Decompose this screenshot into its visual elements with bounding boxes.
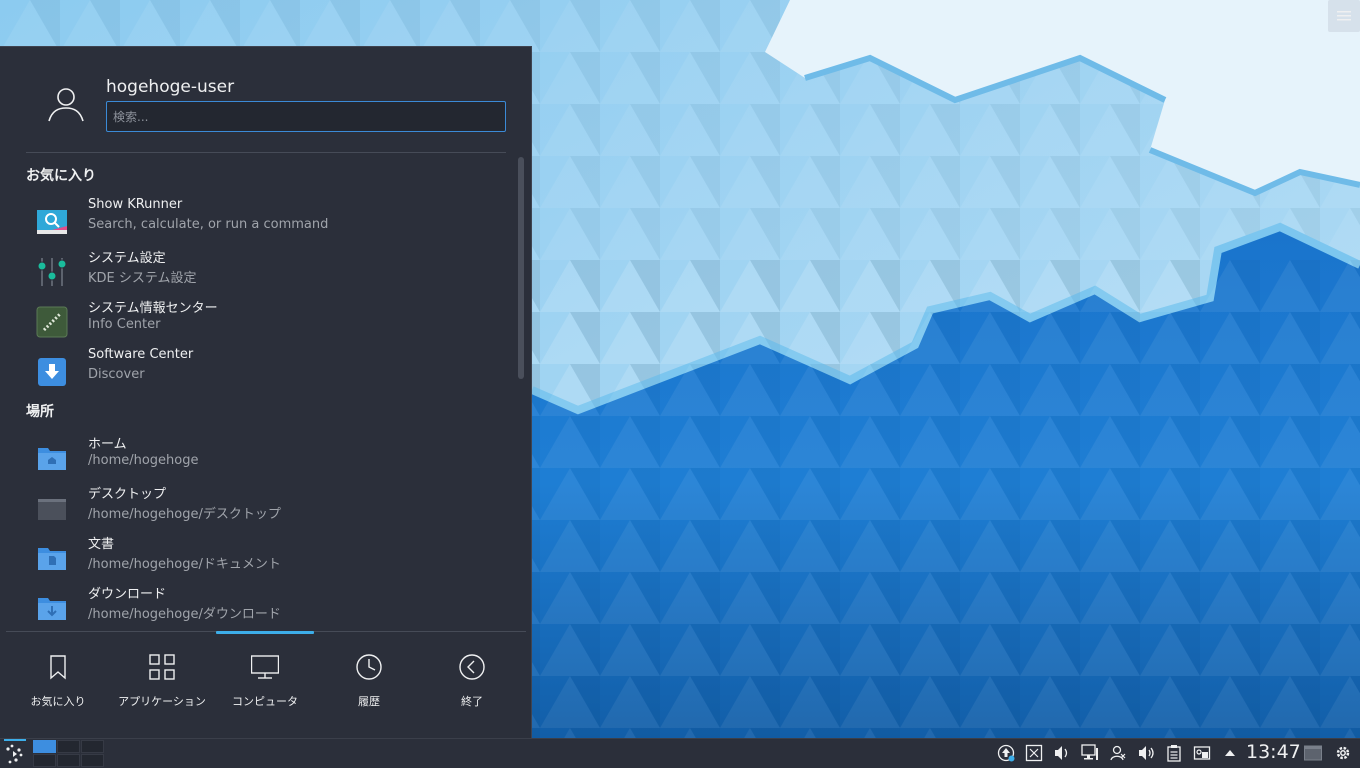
favorite-title: システム情報センター: [88, 301, 218, 316]
clock-icon: [356, 654, 382, 680]
favorite-title: Software Center: [88, 347, 194, 362]
expand-tray-icon[interactable]: [1221, 744, 1239, 762]
place-subtitle: /home/hogehoge/ドキュメント: [88, 557, 281, 572]
hamburger-icon: [1337, 11, 1351, 21]
desktop-folder-icon: [38, 499, 66, 520]
tab-computer[interactable]: コンピュータ: [213, 643, 317, 713]
search-input[interactable]: [106, 101, 506, 132]
launcher-scrollbar[interactable]: [518, 157, 524, 379]
krunner-icon: [37, 210, 67, 234]
system-settings-icon: [37, 258, 67, 286]
favorite-item-info-center[interactable]: システム情報センター Info Center: [26, 297, 506, 345]
documents-folder-icon: [38, 548, 66, 570]
show-desktop-icon[interactable]: [1304, 744, 1322, 762]
place-title: デスクトップ: [88, 487, 167, 502]
place-item-documents[interactable]: 文書 /home/hogehoge/ドキュメント: [26, 533, 506, 581]
favorite-subtitle: Search, calculate, or run a command: [88, 217, 329, 232]
desktop-4[interactable]: [33, 754, 56, 767]
panel-settings-gear-icon[interactable]: [1334, 744, 1352, 762]
user-name: hogehoge-user: [106, 77, 235, 97]
place-title: ホーム: [88, 437, 127, 452]
home-folder-icon: [38, 448, 66, 470]
desktop-toolbox-button[interactable]: [1328, 0, 1360, 32]
favorite-subtitle: Info Center: [88, 317, 161, 332]
place-title: ダウンロード: [88, 587, 167, 602]
virtual-desktop-pager: [33, 740, 105, 767]
active-tab-indicator: [216, 631, 314, 634]
desktop-2[interactable]: [57, 740, 80, 753]
place-subtitle: /home/hogehoge: [88, 453, 199, 468]
desktop-3[interactable]: [81, 740, 104, 753]
application-launcher-button[interactable]: [2, 740, 28, 768]
place-title: 文書: [88, 537, 115, 552]
digital-clock[interactable]: 13:47: [1246, 741, 1301, 763]
tab-label: 終了: [461, 695, 483, 708]
desktop-6[interactable]: [81, 754, 104, 767]
favorite-subtitle: Discover: [88, 367, 145, 382]
favorite-subtitle: KDE システム設定: [88, 271, 197, 286]
places-section-title: 場所: [26, 404, 54, 420]
user-avatar-icon: [48, 88, 84, 122]
tab-applications[interactable]: アプリケーション: [110, 643, 214, 713]
place-item-home[interactable]: ホーム /home/hogehoge: [26, 433, 506, 481]
updates-icon[interactable]: [997, 744, 1015, 762]
computer-icon: [251, 655, 279, 679]
klipper-icon[interactable]: [1025, 744, 1043, 762]
discover-icon: [38, 358, 66, 386]
leave-icon: [459, 654, 485, 680]
volume-icon[interactable]: [1053, 744, 1071, 762]
tab-favorites[interactable]: お気に入り: [6, 643, 110, 713]
launcher-list: お気に入り Show KRunner Search, calculate, or…: [0, 155, 532, 631]
favorite-item-software-center[interactable]: Software Center Discover: [26, 347, 506, 395]
tab-history[interactable]: 履歴: [317, 643, 421, 713]
kde-logo-icon: [6, 744, 23, 764]
clipboard-icon[interactable]: [1165, 744, 1183, 762]
desktop-5[interactable]: [57, 754, 80, 767]
favorites-section-title: お気に入り: [26, 168, 96, 184]
favorite-title: Show KRunner: [88, 197, 183, 212]
vault-icon[interactable]: [1193, 744, 1211, 762]
favorite-item-krunner[interactable]: Show KRunner Search, calculate, or run a…: [26, 197, 506, 245]
tab-label: お気に入り: [30, 695, 86, 708]
place-item-downloads[interactable]: ダウンロード /home/hogehoge/ダウンロード: [26, 583, 506, 631]
place-subtitle: /home/hogehoge/デスクトップ: [88, 507, 281, 522]
place-item-desktop[interactable]: デスクトップ /home/hogehoge/デスクトップ: [26, 483, 506, 531]
favorite-title: システム設定: [88, 251, 166, 266]
audio-icon[interactable]: [1137, 744, 1155, 762]
info-center-icon: [36, 306, 68, 338]
applications-grid-icon: [149, 654, 175, 680]
tab-label: アプリケーション: [118, 695, 206, 708]
downloads-folder-icon: [38, 598, 66, 620]
tab-label: コンピュータ: [232, 695, 298, 708]
application-launcher: hogehoge-user お気に入り Show KRunner Search,…: [0, 46, 532, 738]
bookmark-icon: [50, 655, 66, 680]
header-divider: [26, 152, 506, 153]
tab-leave[interactable]: 終了: [420, 643, 524, 713]
favorite-item-system-settings[interactable]: システム設定 KDE システム設定: [26, 247, 506, 295]
tab-label: 履歴: [358, 695, 380, 708]
network-icon[interactable]: [1081, 744, 1099, 762]
desktop-1[interactable]: [33, 740, 56, 753]
place-subtitle: /home/hogehoge/ダウンロード: [88, 607, 281, 622]
user-switch-icon[interactable]: [1109, 744, 1127, 762]
taskbar-panel: [0, 738, 1360, 768]
